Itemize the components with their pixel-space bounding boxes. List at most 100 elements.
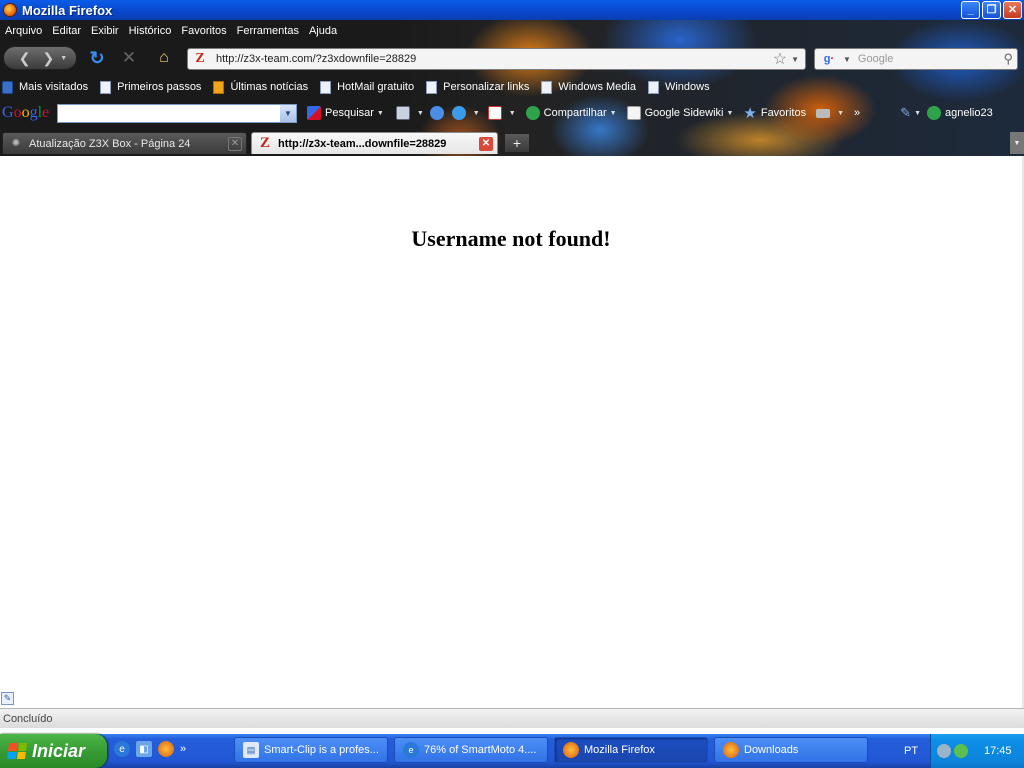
menu-editar[interactable]: Editar bbox=[47, 25, 86, 37]
search-bar[interactable]: g · ▼ Google ⚲ bbox=[814, 48, 1018, 70]
user-account-button[interactable]: agnelio23 bbox=[927, 106, 993, 120]
share-button[interactable]: Compartilhar ▼ bbox=[525, 106, 617, 120]
tab-label: Atualização Z3X Box - Página 24 bbox=[29, 137, 191, 150]
google-search-button[interactable]: Pesquisar ▼ bbox=[307, 106, 384, 120]
menu-ajuda[interactable]: Ajuda bbox=[304, 25, 342, 37]
new-tab-button[interactable]: + bbox=[504, 133, 530, 153]
tab-close-icon[interactable]: ✕ bbox=[228, 136, 242, 151]
chevron-down-icon[interactable]: ▼ bbox=[473, 110, 480, 117]
wrench-icon: ✎ bbox=[900, 105, 912, 120]
clock: 17:45 bbox=[984, 745, 1012, 757]
back-forward-buttons[interactable]: ❮ ❯ ▼ bbox=[3, 46, 77, 70]
reload-icon[interactable]: ↻ bbox=[86, 46, 108, 70]
sidewiki-button[interactable]: Google Sidewiki ▼ bbox=[626, 106, 733, 120]
more-chevron-button[interactable]: » bbox=[854, 107, 860, 119]
chevron-down-icon[interactable]: ▼ bbox=[610, 110, 617, 117]
forward-arrow-icon[interactable]: ❯ bbox=[43, 50, 55, 67]
sidewiki-label: Google Sidewiki bbox=[644, 107, 724, 119]
home-icon[interactable]: ⌂ bbox=[152, 46, 176, 70]
close-button[interactable]: ✕ bbox=[1003, 1, 1022, 19]
chevron-down-icon[interactable]: ▼ bbox=[837, 110, 844, 117]
menu-arquivo[interactable]: Arquivo bbox=[0, 25, 47, 37]
quick-launch-more-icon[interactable]: » bbox=[180, 743, 186, 755]
stop-icon[interactable]: ✕ bbox=[118, 46, 140, 70]
security-icon[interactable] bbox=[954, 744, 968, 758]
language-indicator[interactable]: PT bbox=[896, 734, 918, 768]
bookmark-star-icon[interactable]: ☆ bbox=[773, 49, 787, 69]
system-tray: 17:45 bbox=[930, 734, 1024, 768]
tab-atualizacao[interactable]: ✺ Atualização Z3X Box - Página 24 ✕ bbox=[2, 132, 247, 154]
minimize-button[interactable]: _ bbox=[961, 1, 980, 19]
share-label: Compartilhar bbox=[543, 107, 607, 119]
search-magnifier-icon[interactable]: ⚲ bbox=[1003, 51, 1013, 67]
popup-blocker-icon[interactable] bbox=[395, 106, 410, 120]
back-arrow-icon[interactable]: ❮ bbox=[19, 50, 31, 67]
online-status-icon bbox=[927, 106, 941, 120]
google-engine-icon[interactable]: g · bbox=[818, 51, 840, 67]
internet-explorer-icon[interactable]: e bbox=[114, 741, 130, 757]
loading-icon: ✺ bbox=[11, 138, 21, 149]
page-icon bbox=[647, 80, 659, 94]
bookmark-label: Mais visitados bbox=[19, 81, 89, 93]
url-dropdown-icon[interactable]: ▼ bbox=[791, 55, 799, 64]
extra-tools-button[interactable]: ▼ bbox=[816, 108, 844, 118]
tab-z3x-download[interactable]: Z http://z3x-team...downfile=28829 ✕ bbox=[251, 132, 498, 154]
bookmark-hotmail[interactable]: HotMail gratuito bbox=[318, 80, 414, 94]
google-toolbar: Google ▼ Pesquisar ▼ ▼ ▼ ▼ Compartilhar … bbox=[0, 102, 1024, 124]
url-text[interactable]: http://z3x-team.com/?z3xdownfile=28829 bbox=[216, 53, 773, 65]
chevron-down-icon[interactable]: ▼ bbox=[726, 110, 733, 117]
favorites-button[interactable]: ★ Favoritos bbox=[743, 104, 806, 122]
edit-pencil-icon[interactable]: ✎ bbox=[1, 692, 14, 705]
chevron-down-icon[interactable]: ▼ bbox=[280, 104, 296, 122]
navigation-toolbar: ❮ ❯ ▼ ↻ ✕ ⌂ Z http://z3x-team.com/?z3xdo… bbox=[0, 44, 1024, 72]
menu-favoritos[interactable]: Favoritos bbox=[176, 25, 231, 37]
chevron-down-icon[interactable]: ▼ bbox=[417, 110, 424, 117]
tab-close-icon[interactable]: ✕ bbox=[479, 136, 493, 151]
search-input[interactable]: Google bbox=[858, 53, 1004, 65]
chevron-down-icon[interactable]: ▼ bbox=[914, 110, 921, 117]
windows-logo-icon bbox=[6, 743, 28, 759]
favorites-label: Favoritos bbox=[760, 107, 807, 119]
google-toolbar-search-input[interactable]: ▼ bbox=[57, 103, 297, 123]
menu-ferramentas[interactable]: Ferramentas bbox=[232, 25, 304, 37]
menu-exibir[interactable]: Exibir bbox=[86, 25, 124, 37]
engine-dropdown-icon[interactable]: ▼ bbox=[843, 55, 851, 64]
bookmark-windows[interactable]: Windows bbox=[646, 80, 710, 94]
menu-historico[interactable]: Histórico bbox=[124, 25, 177, 37]
user-name: agnelio23 bbox=[945, 107, 993, 119]
start-button[interactable]: Iniciar bbox=[0, 734, 107, 768]
google-tools-buttons[interactable]: ▼ ▼ ▼ bbox=[395, 106, 516, 120]
url-bar[interactable]: Z http://z3x-team.com/?z3xdownfile=28829… bbox=[187, 48, 806, 70]
status-bar: Concluído bbox=[0, 708, 1024, 728]
page-icon bbox=[320, 80, 332, 94]
task-downloads[interactable]: Downloads bbox=[714, 737, 868, 763]
wrench-settings-button[interactable]: ✎ ▼ bbox=[900, 105, 921, 121]
restore-button[interactable]: ❐ bbox=[982, 1, 1001, 19]
task-smart-clip[interactable]: ▤ Smart-Clip is a profes... bbox=[234, 737, 388, 763]
clock-icon[interactable] bbox=[429, 106, 444, 120]
chevron-down-icon[interactable]: ▼ bbox=[377, 110, 384, 117]
bookmark-mais-visitados[interactable]: Mais visitados bbox=[0, 80, 89, 94]
google-search-label: Pesquisar bbox=[325, 107, 374, 119]
firefox-icon bbox=[563, 742, 579, 758]
task-smartmoto-download[interactable]: e 76% of SmartMoto 4.... bbox=[394, 737, 548, 763]
google-g-icon bbox=[307, 106, 321, 120]
tab-list-chevron-icon[interactable]: ▼ bbox=[1010, 132, 1024, 154]
desktop-icon[interactable]: ◧ bbox=[136, 741, 152, 757]
gmail-icon[interactable] bbox=[487, 106, 502, 120]
bookmark-personalizar-links[interactable]: Personalizar links bbox=[424, 80, 529, 94]
share-icon bbox=[525, 106, 540, 120]
google-logo[interactable]: Google bbox=[2, 104, 54, 122]
bookmark-ultimas-noticias[interactable]: Últimas notícias bbox=[211, 80, 308, 94]
history-dropdown-icon[interactable]: ▼ bbox=[60, 55, 67, 62]
start-label: Iniciar bbox=[32, 740, 86, 761]
menubar: Arquivo Editar Exibir Histórico Favorito… bbox=[0, 20, 342, 42]
chevron-down-icon[interactable]: ▼ bbox=[509, 110, 516, 117]
bookmark-primeiros-passos[interactable]: Primeiros passos bbox=[98, 80, 201, 94]
task-mozilla-firefox[interactable]: Mozilla Firefox bbox=[554, 737, 708, 763]
network-icon[interactable] bbox=[937, 744, 951, 758]
plus-blue-icon[interactable] bbox=[451, 106, 466, 120]
bookmark-windows-media[interactable]: Windows Media bbox=[539, 80, 636, 94]
firefox-quicklaunch-icon[interactable] bbox=[158, 741, 174, 757]
page-content: Username not found! ✎ bbox=[0, 156, 1024, 708]
